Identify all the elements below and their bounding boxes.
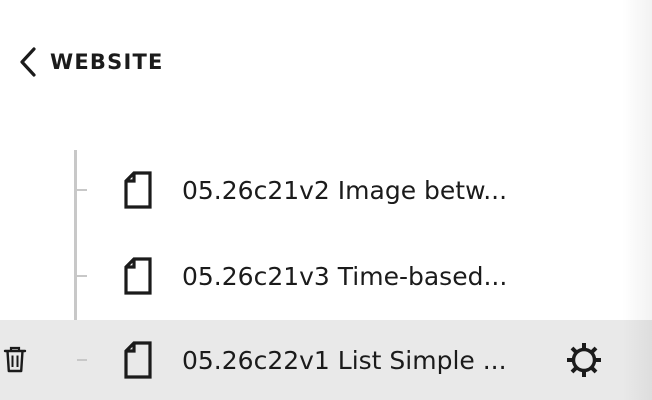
- page-tree: 05.26c21v2 Image betw... 05.26c21v3 Time…: [0, 150, 652, 400]
- trash-icon[interactable]: [2, 346, 28, 374]
- page-icon: [122, 340, 154, 380]
- pages-panel: WEBSITE 05.26c21v2 Image betw... 05.26c2…: [0, 0, 652, 400]
- back-to-website[interactable]: WEBSITE: [14, 40, 164, 84]
- page-icon: [122, 170, 154, 210]
- panel-title: WEBSITE: [50, 50, 164, 74]
- page-item[interactable]: 05.26c21v2 Image betw...: [0, 150, 652, 230]
- page-item[interactable]: 05.26c21v3 Time-based...: [0, 236, 652, 316]
- page-item-label: 05.26c21v3 Time-based...: [182, 261, 508, 291]
- page-icon: [122, 256, 154, 296]
- tree-branch-tick: [77, 359, 87, 361]
- chevron-left-icon[interactable]: [14, 45, 42, 79]
- page-item-label: 05.26c21v2 Image betw...: [182, 175, 508, 205]
- page-item-label: 05.26c22v1 List Simple ...: [182, 345, 507, 375]
- tree-branch-tick: [77, 275, 87, 277]
- tree-branch-tick: [77, 189, 87, 191]
- page-item-selected[interactable]: 05.26c22v1 List Simple ...: [0, 320, 652, 400]
- gear-icon[interactable]: [564, 340, 604, 380]
